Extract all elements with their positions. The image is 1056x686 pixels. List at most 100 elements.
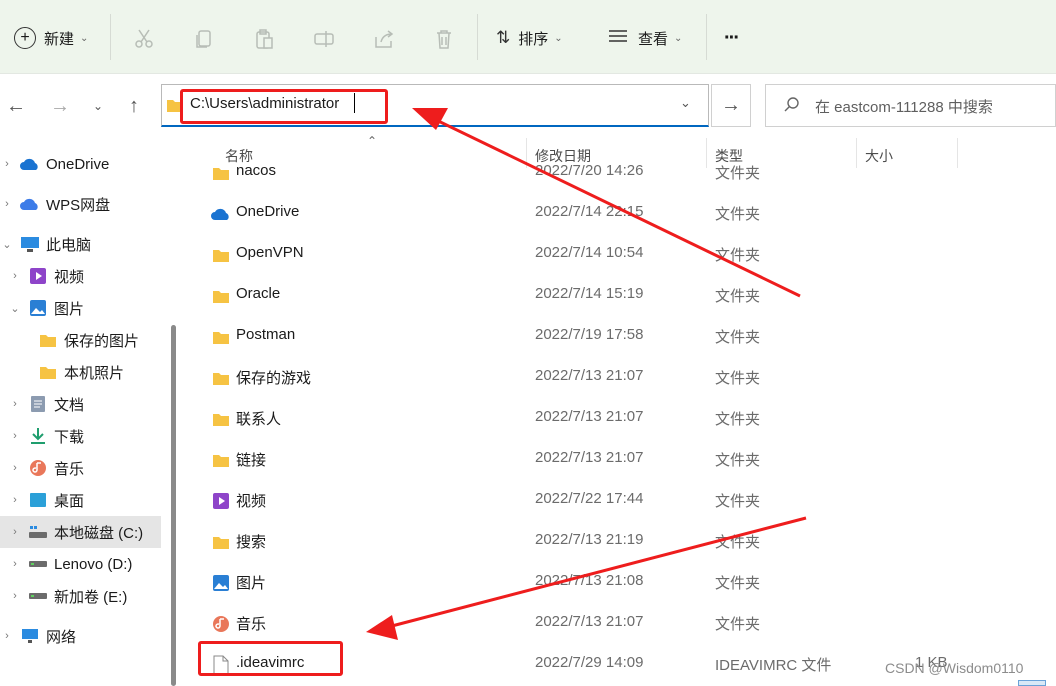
view-button[interactable]: 查看 ⌄ bbox=[608, 20, 682, 56]
column-header-date[interactable]: 修改日期 bbox=[535, 146, 591, 166]
chevron-right-icon[interactable]: › bbox=[8, 270, 22, 282]
drive-icon bbox=[28, 554, 48, 574]
chevron-right-icon[interactable]: › bbox=[8, 526, 22, 538]
file-date: 2022/7/13 21:08 bbox=[535, 572, 644, 589]
network-icon bbox=[20, 626, 40, 646]
sidebar-item-onedrive[interactable]: › OneDrive bbox=[0, 150, 109, 178]
chevron-right-icon[interactable]: › bbox=[8, 462, 22, 474]
sidebar-item-label: Lenovo (D:) bbox=[54, 555, 133, 573]
sidebar-item-label: 本机照片 bbox=[64, 364, 125, 382]
back-arrow-icon[interactable]: ← bbox=[2, 92, 30, 120]
more-options-button[interactable]: ··· bbox=[724, 20, 740, 56]
file-type: 文件夹 bbox=[715, 493, 761, 510]
sidebar-item-desktop[interactable]: › 桌面 bbox=[8, 486, 84, 514]
rename-icon[interactable] bbox=[309, 24, 339, 54]
sidebar-item-label: 音乐 bbox=[54, 460, 85, 478]
file-date: 2022/7/13 21:07 bbox=[535, 449, 644, 466]
sidebar-item-label: 保存的图片 bbox=[64, 332, 140, 350]
sidebar-item-camera-roll[interactable]: 本机照片 bbox=[38, 358, 124, 386]
chevron-down-icon[interactable]: ⌄ bbox=[8, 302, 22, 315]
file-date: 2022/7/14 10:54 bbox=[535, 244, 644, 261]
sidebar-item-label: OneDrive bbox=[46, 155, 110, 173]
chevron-right-icon[interactable]: › bbox=[8, 430, 22, 442]
file-name: OpenVPN bbox=[236, 244, 304, 261]
file-type: 文件夹 bbox=[715, 534, 761, 551]
sidebar-item-documents[interactable]: › 文档 bbox=[8, 390, 84, 418]
drive-icon bbox=[28, 586, 48, 606]
chevron-right-icon[interactable]: › bbox=[0, 630, 14, 642]
column-divider[interactable] bbox=[957, 138, 958, 168]
new-button[interactable]: + 新建 ⌄ bbox=[14, 20, 88, 56]
file-name: OneDrive bbox=[236, 203, 300, 220]
folder-icon bbox=[211, 532, 231, 552]
chevron-down-icon[interactable]: ⌄ bbox=[0, 238, 14, 251]
folder-icon bbox=[211, 286, 231, 306]
paste-icon[interactable] bbox=[249, 24, 279, 54]
folder-icon bbox=[211, 368, 231, 388]
file-type: IDEAVIMRC 文件 bbox=[715, 657, 832, 674]
chevron-right-icon[interactable]: › bbox=[0, 198, 14, 210]
delete-icon[interactable] bbox=[429, 24, 459, 54]
column-header-name[interactable]: 名称 bbox=[225, 146, 253, 166]
folder-icon bbox=[211, 327, 231, 347]
file-date: 2022/7/13 21:19 bbox=[535, 531, 644, 548]
chevron-right-icon[interactable]: › bbox=[8, 590, 22, 602]
up-arrow-icon[interactable]: ↑ bbox=[120, 92, 148, 120]
copy-icon[interactable] bbox=[189, 24, 219, 54]
share-icon[interactable] bbox=[369, 24, 399, 54]
file-name: Oracle bbox=[236, 285, 281, 302]
sidebar-item-music[interactable]: › 音乐 bbox=[8, 454, 84, 482]
chevron-right-icon[interactable]: › bbox=[8, 558, 22, 570]
video-icon bbox=[28, 266, 48, 286]
file-type: 文件夹 bbox=[715, 616, 761, 633]
chevron-down-icon: ⌄ bbox=[554, 32, 563, 44]
picture-icon bbox=[211, 573, 231, 593]
view-toggle-button[interactable] bbox=[1018, 680, 1046, 686]
chevron-right-icon[interactable]: › bbox=[8, 494, 22, 506]
sort-button[interactable]: ⇅ 排序 ⌄ bbox=[496, 20, 563, 56]
music-icon bbox=[28, 458, 48, 478]
sort-ascending-icon: ⌃ bbox=[367, 134, 378, 148]
sidebar-item-saved-pictures[interactable]: 保存的图片 bbox=[38, 326, 139, 354]
column-header-type[interactable]: 类型 bbox=[715, 146, 743, 166]
file-date: 2022/7/13 21:07 bbox=[535, 367, 644, 384]
file-date: 2022/7/29 14:09 bbox=[535, 654, 644, 671]
sort-icon: ⇅ bbox=[496, 28, 511, 47]
file-name: 图片 bbox=[236, 575, 267, 592]
watermark: CSDN @Wisdom0110 bbox=[885, 660, 1024, 676]
sidebar-item-network[interactable]: › 网络 bbox=[0, 622, 76, 650]
chevron-right-icon[interactable]: › bbox=[0, 158, 14, 170]
column-divider[interactable] bbox=[856, 138, 857, 168]
file-type: 文件夹 bbox=[715, 575, 761, 592]
sidebar-item-videos[interactable]: › 视频 bbox=[8, 262, 84, 290]
file-type: 文件夹 bbox=[715, 165, 761, 182]
file-date: 2022/7/13 21:07 bbox=[535, 408, 644, 425]
folder-icon bbox=[211, 409, 231, 429]
file-date: 2022/7/14 22:15 bbox=[535, 203, 644, 220]
column-header-size[interactable]: 大小 bbox=[865, 146, 893, 166]
sidebar-item-wps[interactable]: › WPS网盘 bbox=[0, 190, 110, 218]
go-arrow-icon[interactable]: → bbox=[711, 84, 751, 127]
forward-arrow-icon[interactable]: → bbox=[46, 92, 74, 120]
onedrive-icon bbox=[20, 154, 40, 174]
cut-icon[interactable] bbox=[129, 24, 159, 54]
address-history-chevron-icon[interactable]: ⌄ bbox=[680, 95, 691, 111]
file-name: 搜索 bbox=[236, 534, 267, 551]
search-input[interactable]: 在 eastcom-111288 中搜索 bbox=[815, 96, 993, 117]
onedrive-icon bbox=[211, 204, 231, 224]
file-type: 文件夹 bbox=[715, 452, 761, 469]
document-icon bbox=[28, 394, 48, 414]
sidebar-item-local-disk-c[interactable]: › 本地磁盘 (C:) bbox=[8, 518, 143, 546]
annotation-box-address bbox=[180, 89, 388, 124]
chevron-right-icon[interactable]: › bbox=[8, 398, 22, 410]
column-divider[interactable] bbox=[706, 138, 707, 168]
sidebar-item-new-volume-e[interactable]: › 新加卷 (E:) bbox=[8, 582, 127, 610]
sidebar-item-lenovo-d[interactable]: › Lenovo (D:) bbox=[8, 550, 132, 578]
chevron-down-icon: ⌄ bbox=[674, 32, 683, 44]
column-divider[interactable] bbox=[526, 138, 527, 168]
recent-locations-chevron-icon[interactable]: ⌄ bbox=[84, 92, 112, 120]
sidebar-item-this-pc[interactable]: ⌄ 此电脑 bbox=[0, 230, 91, 258]
file-name: nacos bbox=[236, 165, 277, 179]
sidebar-item-downloads[interactable]: › 下载 bbox=[8, 422, 84, 450]
sidebar-item-pictures[interactable]: ⌄ 图片 bbox=[8, 294, 84, 322]
